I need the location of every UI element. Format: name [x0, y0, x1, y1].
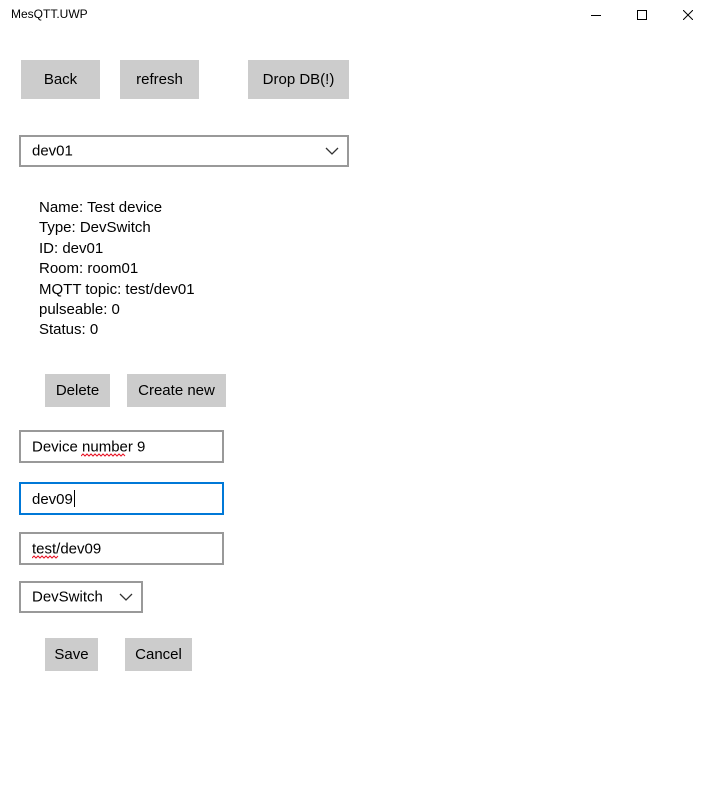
delete-button[interactable]: Delete	[45, 374, 110, 407]
text-caret	[73, 489, 75, 507]
title-bar[interactable]: MesQTT.UWP	[0, 0, 711, 30]
spellcheck-underline	[81, 453, 126, 457]
device-id-value: dev09	[32, 490, 73, 508]
device-type-combobox[interactable]: DevSwitch	[19, 581, 143, 613]
save-button[interactable]: Save	[45, 638, 98, 671]
info-id: ID: dev01	[39, 239, 104, 257]
info-mqtt-topic: MQTT topic: test/dev01	[39, 280, 195, 298]
info-pulseable: pulseable: 0	[39, 301, 120, 319]
device-info: Name: Test device Type: DevSwitch ID: de…	[39, 198, 195, 341]
chevron-down-icon	[325, 147, 339, 155]
maximize-icon	[637, 10, 647, 20]
drop-db-button[interactable]: Drop DB(!)	[248, 60, 349, 99]
info-name: Name: Test device	[39, 199, 163, 216]
device-combobox[interactable]: dev01	[19, 135, 349, 167]
device-type-value: DevSwitch	[32, 588, 103, 606]
spellcheck-underline	[32, 555, 59, 559]
cancel-button[interactable]: Cancel	[125, 638, 192, 671]
chevron-down-icon	[119, 593, 133, 601]
back-button[interactable]: Back	[21, 60, 100, 99]
device-name-input[interactable]: Device number 9	[19, 430, 224, 463]
info-type: Type: DevSwitch	[39, 219, 151, 237]
info-room: Room: room01	[39, 260, 139, 278]
minimize-icon	[591, 15, 601, 16]
close-button[interactable]	[665, 0, 711, 30]
device-id-input[interactable]: dev09	[19, 482, 224, 515]
app-window: MesQTT.UWP Back refresh Drop DB(!) dev01	[0, 0, 711, 787]
create-new-button[interactable]: Create new	[127, 374, 226, 407]
window-title: MesQTT.UWP	[11, 7, 88, 21]
maximize-button[interactable]	[619, 0, 665, 30]
info-status: Status: 0	[39, 321, 99, 339]
device-combobox-value: dev01	[32, 142, 73, 160]
minimize-button[interactable]	[573, 0, 619, 30]
refresh-button[interactable]: refresh	[120, 60, 199, 99]
close-icon	[683, 10, 693, 20]
mqtt-topic-input[interactable]: test/dev09	[19, 532, 224, 565]
